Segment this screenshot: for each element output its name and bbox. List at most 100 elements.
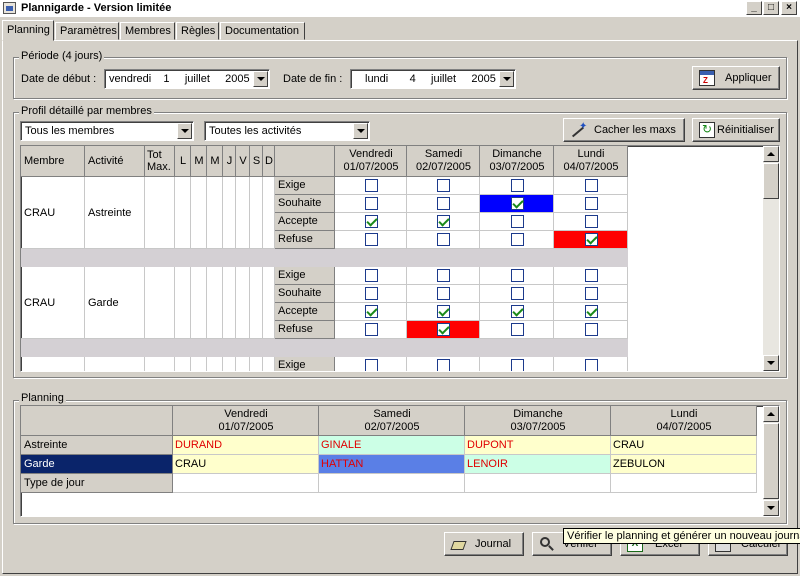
check-cell[interactable] bbox=[554, 303, 628, 321]
check-cell[interactable] bbox=[335, 213, 407, 231]
tab-membres[interactable]: Membres bbox=[120, 22, 175, 40]
check-cell[interactable] bbox=[335, 303, 407, 321]
checkbox[interactable] bbox=[584, 359, 598, 371]
planning-cell[interactable] bbox=[611, 474, 757, 493]
date-debut-picker[interactable]: vendredi 1 juillet 2005 bbox=[104, 69, 270, 89]
tab-documentation[interactable]: Documentation bbox=[220, 22, 305, 40]
planning-cell[interactable]: DUPONT bbox=[465, 436, 611, 455]
check-cell[interactable] bbox=[335, 357, 407, 371]
check-cell[interactable] bbox=[407, 267, 480, 285]
checkbox[interactable] bbox=[510, 359, 524, 371]
checkbox[interactable] bbox=[437, 215, 450, 228]
check-cell[interactable] bbox=[335, 231, 407, 249]
check-cell[interactable] bbox=[480, 321, 554, 339]
check-cell[interactable] bbox=[480, 357, 554, 371]
check-cell[interactable] bbox=[407, 231, 480, 249]
checkbox[interactable] bbox=[437, 305, 450, 318]
planning-cell[interactable] bbox=[173, 474, 319, 493]
check-cell[interactable] bbox=[407, 357, 480, 371]
check-cell[interactable] bbox=[407, 285, 480, 303]
check-cell[interactable] bbox=[335, 267, 407, 285]
check-cell[interactable] bbox=[335, 321, 407, 339]
checkbox[interactable] bbox=[437, 359, 450, 371]
tab-parametres[interactable]: Paramètres bbox=[55, 22, 119, 40]
check-cell[interactable] bbox=[554, 357, 628, 371]
journal-button[interactable]: Journal bbox=[444, 532, 524, 556]
minimize-button[interactable]: _ bbox=[746, 1, 762, 15]
reinitialiser-button[interactable]: ↻ Réinitialiser bbox=[692, 118, 780, 142]
check-cell[interactable] bbox=[554, 267, 628, 285]
planning-cell[interactable] bbox=[319, 474, 465, 493]
check-cell[interactable] bbox=[335, 285, 407, 303]
close-button[interactable]: × bbox=[781, 1, 797, 15]
checkbox[interactable] bbox=[584, 269, 598, 282]
checkbox[interactable] bbox=[364, 179, 378, 192]
checkbox[interactable] bbox=[437, 197, 450, 210]
check-cell[interactable] bbox=[554, 321, 628, 339]
check-cell[interactable] bbox=[480, 267, 554, 285]
scroll-thumb[interactable] bbox=[763, 163, 779, 199]
checkbox[interactable] bbox=[437, 269, 450, 282]
checkbox[interactable] bbox=[510, 233, 524, 246]
planning-row-label[interactable]: Astreinte bbox=[21, 436, 173, 455]
check-cell[interactable] bbox=[407, 177, 480, 195]
planning-row-label[interactable]: Garde bbox=[21, 455, 173, 474]
checkbox[interactable] bbox=[364, 287, 378, 300]
check-cell[interactable] bbox=[554, 195, 628, 213]
checkbox[interactable] bbox=[364, 269, 378, 282]
checkbox[interactable] bbox=[364, 359, 378, 371]
planning-cell[interactable]: CRAU bbox=[611, 436, 757, 455]
chevron-down-icon[interactable] bbox=[353, 123, 368, 139]
checkbox[interactable] bbox=[437, 287, 450, 300]
check-cell[interactable] bbox=[480, 231, 554, 249]
profil-scrollbar[interactable] bbox=[763, 146, 779, 371]
check-cell[interactable] bbox=[480, 177, 554, 195]
check-cell[interactable] bbox=[335, 177, 407, 195]
scroll-down-icon[interactable] bbox=[763, 500, 779, 516]
scroll-up-icon[interactable] bbox=[763, 406, 779, 422]
planning-cell[interactable]: CRAU bbox=[173, 455, 319, 474]
checkbox[interactable] bbox=[584, 287, 598, 300]
membres-filter[interactable]: Tous les membres bbox=[20, 121, 194, 141]
maximize-button[interactable]: □ bbox=[763, 1, 779, 15]
checkbox[interactable] bbox=[364, 323, 378, 336]
check-cell[interactable] bbox=[554, 231, 628, 249]
checkbox[interactable] bbox=[510, 305, 524, 318]
checkbox[interactable] bbox=[584, 215, 598, 228]
scroll-up-icon[interactable] bbox=[763, 146, 779, 162]
checkbox[interactable] bbox=[364, 197, 378, 210]
check-cell[interactable] bbox=[335, 195, 407, 213]
planning-cell[interactable]: HATTAN bbox=[319, 455, 465, 474]
checkbox[interactable] bbox=[584, 323, 598, 336]
chevron-down-icon[interactable] bbox=[499, 71, 514, 87]
check-cell[interactable] bbox=[480, 303, 554, 321]
check-cell[interactable] bbox=[554, 285, 628, 303]
tab-planning[interactable]: Planning bbox=[2, 20, 54, 41]
scroll-down-icon[interactable] bbox=[763, 355, 779, 371]
planning-row-label[interactable]: Type de jour bbox=[21, 474, 173, 493]
checkbox[interactable] bbox=[510, 197, 524, 210]
scroll-thumb[interactable] bbox=[763, 423, 779, 499]
tab-regles[interactable]: Règles bbox=[176, 22, 219, 40]
check-cell[interactable] bbox=[407, 321, 480, 339]
checkbox[interactable] bbox=[584, 179, 598, 192]
checkbox[interactable] bbox=[510, 179, 524, 192]
planning-grid[interactable]: Vendredi 01/07/2005 Samedi 02/07/2005 Dimanc… bbox=[20, 405, 780, 517]
check-cell[interactable] bbox=[407, 195, 480, 213]
planning-scrollbar[interactable] bbox=[763, 406, 779, 516]
check-cell[interactable] bbox=[554, 213, 628, 231]
check-cell[interactable] bbox=[480, 213, 554, 231]
appliquer-button[interactable]: Z Appliquer bbox=[692, 66, 780, 90]
check-cell[interactable] bbox=[480, 285, 554, 303]
planning-cell[interactable]: LENOIR bbox=[465, 455, 611, 474]
planning-cell[interactable]: GINALE bbox=[319, 436, 465, 455]
checkbox[interactable] bbox=[584, 233, 598, 246]
date-fin-picker[interactable]: lundi 4 juillet 2005 bbox=[350, 69, 516, 89]
checkbox[interactable] bbox=[584, 305, 598, 318]
planning-cell[interactable]: DURAND bbox=[173, 436, 319, 455]
check-cell[interactable] bbox=[407, 213, 480, 231]
planning-cell[interactable] bbox=[465, 474, 611, 493]
check-cell[interactable] bbox=[480, 195, 554, 213]
checkbox[interactable] bbox=[437, 323, 450, 336]
checkbox[interactable] bbox=[437, 179, 450, 192]
